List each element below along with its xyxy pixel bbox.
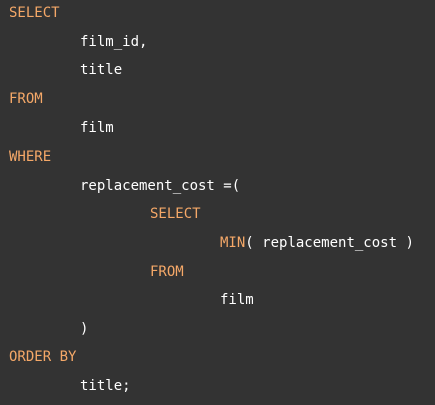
- keyword-select: SELECT: [9, 5, 60, 21]
- keyword-from: FROM: [9, 91, 43, 107]
- sql-code-block: SELECT film_id, title FROM film WHERE re…: [0, 0, 435, 405]
- where-condition: replacement_cost =(: [80, 178, 241, 194]
- function-min: MIN: [220, 235, 246, 251]
- subquery-table-film: film: [220, 292, 254, 308]
- order-column-title: title;: [80, 378, 131, 394]
- function-arguments: ( replacement_cost ): [245, 235, 414, 251]
- table-film: film: [80, 120, 114, 136]
- column-title: title: [80, 62, 123, 78]
- keyword-order-by: ORDER BY: [9, 349, 77, 365]
- keyword-where: WHERE: [9, 149, 52, 165]
- subquery-min-expression: MIN( replacement_cost ): [220, 233, 414, 253]
- column-film-id: film_id,: [80, 34, 148, 50]
- subquery-keyword-from: FROM: [150, 264, 184, 280]
- close-paren: ): [80, 321, 89, 337]
- subquery-keyword-select: SELECT: [150, 206, 201, 222]
